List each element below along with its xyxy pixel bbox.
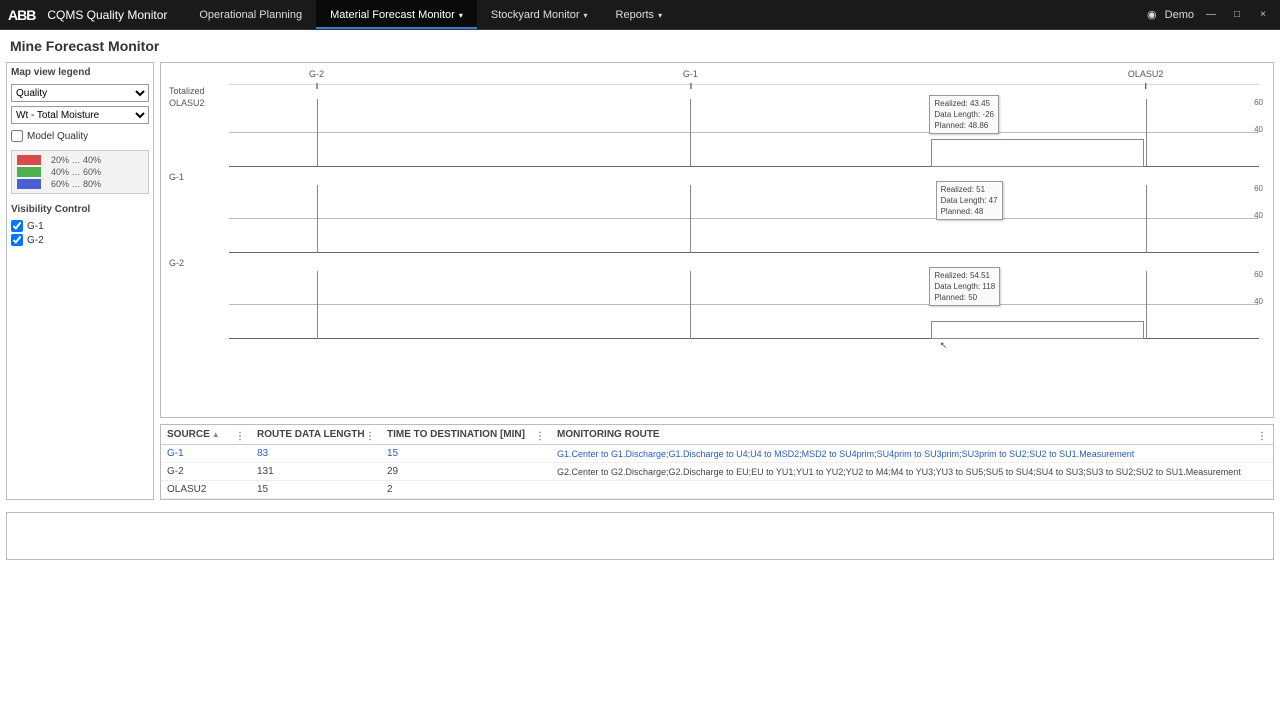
table-row[interactable]: OLASU2152 — [161, 481, 1273, 499]
window-maximize-button[interactable]: □ — [1228, 9, 1246, 20]
footer-panel — [6, 512, 1274, 560]
lane-tooltip: Realized: 43.45Data Length: -26Planned: … — [929, 95, 999, 134]
forecast-lane[interactable]: G-16040Realized: 51Data Length: 47Planne… — [169, 171, 1259, 257]
y-tick: 60 — [1254, 270, 1263, 279]
lane-header: G-2 — [169, 257, 229, 269]
visibility-label: G-2 — [27, 235, 44, 246]
table-row[interactable]: G-213129G2.Center to G2.Discharge;G2.Dis… — [161, 463, 1273, 481]
y-tick: 40 — [1254, 125, 1263, 134]
legend-swatch — [17, 167, 41, 177]
monitoring-table: SOURCE▲⋮ ROUTE DATA LENGTH⋮ TIME TO DEST… — [160, 424, 1274, 500]
visibility-label: G-1 — [27, 221, 44, 232]
legend-swatch — [17, 155, 41, 165]
timeline-marker: G-2 — [309, 69, 324, 79]
window-close-button[interactable]: × — [1254, 9, 1272, 20]
visibility-checkbox[interactable] — [11, 234, 23, 246]
lane-subheader: OLASU2 — [169, 97, 229, 109]
col-source[interactable]: SOURCE▲⋮ — [161, 425, 251, 445]
timeline-marker: G-1 — [683, 69, 698, 79]
user-icon: ◉ — [1147, 8, 1157, 21]
main-nav: Operational PlanningMaterial Forecast Mo… — [185, 0, 676, 29]
chevron-down-icon: ▾ — [459, 11, 463, 20]
cursor-icon: ↖ — [940, 340, 948, 351]
legend-sidebar: Map view legend Quality Wt - Total Moist… — [6, 62, 154, 500]
quality-select[interactable]: Quality — [11, 84, 149, 102]
table-row[interactable]: G-18315G1.Center to G1.Discharge;G1.Disc… — [161, 445, 1273, 463]
plan-overlay — [931, 139, 1143, 167]
plan-overlay — [931, 321, 1143, 339]
forecast-lane[interactable]: TotalizedOLASU26040Realized: 43.45Data L… — [169, 85, 1259, 171]
app-title: CQMS Quality Monitor — [47, 8, 167, 22]
timeline-marker: OLASU2 — [1128, 69, 1164, 79]
timeline-axis: G-2 G-1 OLASU2 — [229, 69, 1259, 85]
moisture-select[interactable]: Wt - Total Moisture — [11, 106, 149, 124]
user-label[interactable]: Demo — [1165, 9, 1194, 21]
sort-asc-icon: ▲ — [212, 430, 220, 439]
lane-tooltip: Realized: 51Data Length: 47Planned: 48 — [936, 181, 1003, 220]
y-tick: 60 — [1254, 184, 1263, 193]
forecast-lane[interactable]: G-26040Realized: 54.51Data Length: 118Pl… — [169, 257, 1259, 343]
y-tick: 40 — [1254, 211, 1263, 220]
chevron-down-icon: ▾ — [658, 11, 662, 20]
lane-header: G-1 — [169, 171, 229, 183]
visibility-title: Visibility Control — [11, 204, 149, 215]
legend-swatch — [17, 179, 41, 189]
y-tick: 40 — [1254, 297, 1263, 306]
col-menu-icon[interactable]: ⋮ — [1257, 431, 1267, 442]
nav-item[interactable]: Stockyard Monitor▾ — [477, 0, 602, 29]
top-bar: ABB CQMS Quality Monitor Operational Pla… — [0, 0, 1280, 30]
col-menu-icon[interactable]: ⋮ — [365, 431, 375, 442]
col-menu-icon[interactable]: ⋮ — [235, 431, 245, 442]
visibility-checkbox[interactable] — [11, 220, 23, 232]
window-minimize-button[interactable]: — — [1202, 9, 1220, 20]
nav-item[interactable]: Reports▾ — [602, 0, 677, 29]
legend-range-label: 20% … 40% — [51, 155, 101, 165]
y-tick: 60 — [1254, 98, 1263, 107]
legend-title: Map view legend — [11, 67, 149, 78]
lane-tooltip: Realized: 54.51Data Length: 118Planned: … — [929, 267, 1000, 306]
col-route[interactable]: MONITORING ROUTE⋮ — [551, 425, 1273, 445]
model-quality-checkbox[interactable] — [11, 130, 23, 142]
forecast-chart-area[interactable]: G-2G-1OLASU2 TotalizedOLASU26040Realized… — [160, 62, 1274, 418]
col-time[interactable]: TIME TO DESTINATION [MIN]⋮ — [381, 425, 551, 445]
legend-range-label: 60% … 80% — [51, 179, 101, 189]
nav-item[interactable]: Material Forecast Monitor▾ — [316, 0, 477, 29]
chevron-down-icon: ▾ — [584, 11, 588, 20]
nav-item[interactable]: Operational Planning — [185, 0, 316, 29]
col-route-length[interactable]: ROUTE DATA LENGTH⋮ — [251, 425, 381, 445]
col-menu-icon[interactable]: ⋮ — [535, 431, 545, 442]
model-quality-label: Model Quality — [27, 131, 88, 142]
legend-ranges: 20% … 40% 40% … 60% 60% … 80% — [11, 150, 149, 194]
page-title: Mine Forecast Monitor — [0, 30, 1280, 62]
lane-header: Totalized — [169, 85, 229, 97]
legend-range-label: 40% … 60% — [51, 167, 101, 177]
brand-logo: ABB — [8, 7, 35, 23]
